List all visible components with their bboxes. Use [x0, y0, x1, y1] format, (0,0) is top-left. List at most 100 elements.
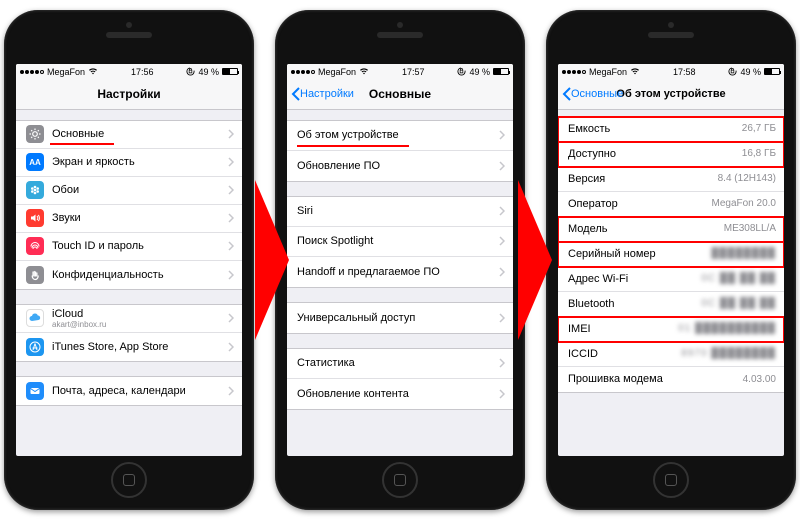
row-label: Конфиденциальность: [52, 269, 224, 281]
row-label: Обои: [52, 184, 224, 196]
highlight-underline: [297, 145, 409, 147]
row-value: 8.4 (12H143): [718, 173, 776, 184]
carrier-label: MegaFon: [47, 67, 85, 77]
row-label: Версия: [568, 173, 718, 185]
list-row[interactable]: Обои: [16, 177, 242, 205]
back-label: Настройки: [300, 88, 354, 100]
row-label: Обновление контента: [297, 388, 495, 400]
chevron-right-icon: [499, 161, 505, 171]
signal-dots-icon: [562, 70, 586, 74]
chevron-right-icon: [499, 313, 505, 323]
info-row: МодельME308LL/A: [558, 217, 784, 242]
display-icon: AA: [26, 153, 44, 171]
list-row[interactable]: Основные: [16, 121, 242, 149]
info-row: ОператорMegaFon 20.0: [558, 192, 784, 217]
list-row[interactable]: Универсальный доступ: [287, 303, 513, 333]
row-value: 0C ██ ██ ██: [701, 298, 776, 309]
home-button[interactable]: [111, 462, 147, 498]
row-label: Handoff и предлагаемое ПО: [297, 266, 495, 278]
row-label: iCloud: [52, 308, 224, 320]
row-label: Поиск Spotlight: [297, 235, 495, 247]
chevron-right-icon: [499, 130, 505, 140]
list-row[interactable]: Обновление ПО: [287, 151, 513, 181]
row-value: MegaFon 20.0: [712, 198, 777, 209]
list-row[interactable]: iCloudakart@inbox.ru: [16, 305, 242, 333]
signal-dots-icon: [291, 70, 315, 74]
orientation-lock-icon: [457, 67, 466, 76]
list-row[interactable]: Обновление контента: [287, 379, 513, 409]
wifi-icon: [630, 67, 640, 77]
row-label: Siri: [297, 205, 495, 217]
back-label: Основные: [571, 88, 623, 100]
chevron-right-icon: [499, 206, 505, 216]
icloud-icon: [26, 309, 44, 327]
row-label: Почта, адреса, календари: [52, 385, 224, 397]
battery-icon: [222, 68, 238, 75]
info-row: Доступно16,8 ГБ: [558, 142, 784, 167]
list-row[interactable]: Siri: [287, 197, 513, 227]
page-title: Настройки: [97, 87, 160, 101]
row-sublabel: akart@inbox.ru: [52, 320, 224, 329]
chevron-right-icon: [228, 213, 234, 223]
status-bar: MegaFon 17:58 49 %: [558, 64, 784, 80]
chevron-right-icon: [499, 358, 505, 368]
list-row[interactable]: Статистика: [287, 349, 513, 379]
info-row: Прошивка модема4.03.00: [558, 367, 784, 392]
row-label: Адрес Wi-Fi: [568, 273, 701, 285]
phone-settings: MegaFon 17:56 49 % Настройки Основные AA Э…: [4, 10, 254, 510]
list-row[interactable]: Touch ID и пароль: [16, 233, 242, 261]
row-value: 0C ██ ██ ██: [701, 273, 776, 284]
list-row[interactable]: Конфиденциальность: [16, 261, 242, 289]
list-row[interactable]: Поиск Spotlight: [287, 227, 513, 257]
battery-icon: [493, 68, 509, 75]
info-row: ICCID8970 ████████: [558, 342, 784, 367]
row-label: Емкость: [568, 123, 742, 135]
chevron-right-icon: [228, 386, 234, 396]
carrier-label: MegaFon: [318, 67, 356, 77]
list-row[interactable]: iTunes Store, App Store: [16, 333, 242, 361]
row-label: Оператор: [568, 198, 712, 210]
list-row[interactable]: Звуки: [16, 205, 242, 233]
row-label: iTunes Store, App Store: [52, 341, 224, 353]
orientation-lock-icon: [186, 67, 195, 76]
arrow-2: [518, 180, 552, 340]
carrier-label: MegaFon: [589, 67, 627, 77]
touchid-icon: [26, 237, 44, 255]
row-label: IMEI: [568, 323, 678, 335]
chevron-right-icon: [228, 157, 234, 167]
list-row[interactable]: AA Экран и яркость: [16, 149, 242, 177]
back-button[interactable]: Основные: [562, 87, 623, 101]
home-button[interactable]: [382, 462, 418, 498]
clock: 17:57: [402, 67, 425, 77]
row-label: Универсальный доступ: [297, 312, 495, 324]
general-list[interactable]: Об этом устройствеОбновление ПО Siri Поис…: [287, 110, 513, 456]
phone-general: MegaFon 17:57 49 % Настройки Основные О: [275, 10, 525, 510]
chevron-right-icon: [228, 313, 234, 323]
list-row[interactable]: Почта, адреса, календари: [16, 377, 242, 405]
settings-list[interactable]: Основные AA Экран и яркость Обои ЗвукиTouch …: [16, 110, 242, 456]
row-label: Модель: [568, 223, 724, 235]
back-button[interactable]: Настройки: [291, 87, 354, 101]
row-label: Экран и яркость: [52, 156, 224, 168]
list-row[interactable]: Об этом устройстве: [287, 121, 513, 151]
chevron-right-icon: [228, 129, 234, 139]
navbar: Основные Об этом устройстве: [558, 80, 784, 110]
row-label: ICCID: [568, 348, 681, 360]
wallpaper-icon: [26, 181, 44, 199]
home-button[interactable]: [653, 462, 689, 498]
page-title: Основные: [369, 87, 431, 101]
row-value: 4.03.00: [743, 374, 776, 385]
status-bar: MegaFon 17:57 49 %: [287, 64, 513, 80]
appstore-icon: [26, 338, 44, 356]
orientation-lock-icon: [728, 67, 737, 76]
status-bar: MegaFon 17:56 49 %: [16, 64, 242, 80]
battery-pct: 49 %: [740, 67, 761, 77]
clock: 17:56: [131, 67, 154, 77]
privacy-icon: [26, 266, 44, 284]
row-value: 01 ██████████: [678, 323, 776, 334]
navbar: Настройки Основные: [287, 80, 513, 110]
about-list[interactable]: Емкость26,7 ГБДоступно16,8 ГБВерсия8.4 (…: [558, 110, 784, 456]
info-row: Адрес Wi-Fi0C ██ ██ ██: [558, 267, 784, 292]
list-row[interactable]: Handoff и предлагаемое ПО: [287, 257, 513, 287]
chevron-right-icon: [228, 270, 234, 280]
